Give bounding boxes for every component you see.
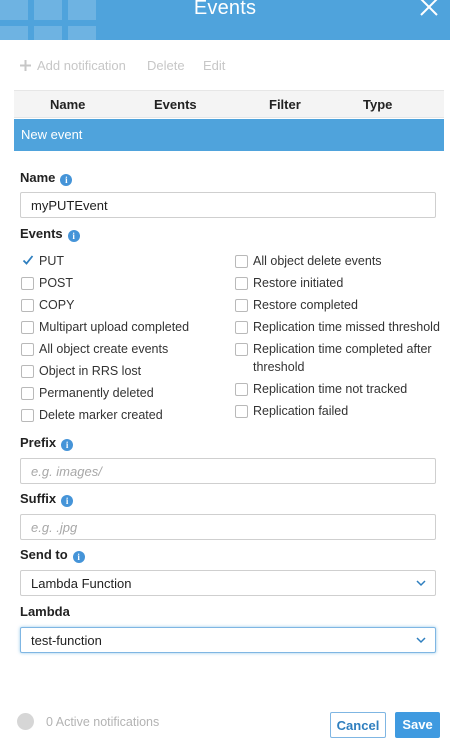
info-icon[interactable]: i	[61, 439, 74, 451]
checkbox-label: Replication time missed threshold	[253, 320, 440, 334]
info-icon[interactable]: i	[60, 174, 73, 186]
suffix-label: Suffix i	[20, 491, 74, 507]
send-to-label: Send to i	[20, 547, 85, 563]
checkbox-label: All object delete events	[253, 254, 382, 268]
checkbox-label: Restore initiated	[253, 276, 344, 290]
modal-title: Events	[193, 0, 257, 19]
name-label: Name i	[20, 170, 73, 186]
send-to-value: Lambda Function	[31, 576, 132, 591]
plus-icon	[20, 60, 31, 71]
name-label-text: Name	[20, 170, 56, 185]
checkbox-label: All object create events	[39, 342, 169, 356]
column-filter: Filter	[269, 97, 301, 112]
modal-header: Events	[0, 0, 450, 40]
checkbox-label-continued: threshold	[253, 360, 305, 374]
checkbox-label: Restore completed	[253, 298, 358, 312]
checkbox-label: COPY	[39, 298, 75, 312]
lambda-value: test-function	[31, 633, 102, 648]
info-icon[interactable]: i	[67, 230, 80, 242]
chevron-down-icon	[416, 580, 426, 587]
prefix-label: Prefix i	[20, 435, 74, 451]
suffix-label-text: Suffix	[20, 491, 57, 506]
checkbox-label: Replication time not tracked	[253, 382, 408, 396]
suffix-input[interactable]: e.g. .jpg	[20, 514, 436, 540]
edit-button[interactable]: Edit	[203, 58, 225, 73]
close-icon[interactable]	[418, 0, 440, 18]
chevron-down-icon	[416, 637, 426, 644]
checkbox-label: Permanently deleted	[39, 386, 154, 400]
save-button[interactable]: Save	[395, 712, 440, 738]
events-label-text: Events	[20, 226, 63, 241]
delete-button[interactable]: Delete	[147, 58, 185, 73]
new-event-row[interactable]: New event	[14, 119, 444, 151]
send-to-label-text: Send to	[20, 547, 68, 562]
events-label: Events i	[20, 226, 80, 242]
notifications-table-header: Name Events Filter Type	[14, 90, 444, 118]
add-notification-button[interactable]: Add notification	[20, 58, 126, 73]
active-notifications-count: 0 Active notifications	[46, 715, 160, 729]
checkmark-icon	[22, 255, 34, 265]
cancel-button[interactable]: Cancel	[330, 712, 386, 738]
send-to-select[interactable]: Lambda Function	[20, 570, 436, 596]
info-icon[interactable]: i	[72, 551, 85, 563]
info-icon[interactable]: i	[61, 495, 74, 507]
name-input[interactable]: myPUTEvent	[20, 192, 436, 218]
modal-footer: 0 Active notifications Cancel Save	[0, 700, 450, 746]
checkbox-label: Object in RRS lost	[39, 364, 142, 378]
active-notifications-toggle[interactable]	[17, 713, 34, 730]
column-name: Name	[50, 97, 86, 112]
prefix-input[interactable]: e.g. images/	[20, 458, 436, 484]
prefix-label-text: Prefix	[20, 435, 57, 450]
column-events: Events	[154, 97, 197, 112]
lambda-label: Lambda	[20, 604, 70, 619]
column-type: Type	[363, 97, 393, 112]
checkbox-label: Replication time completed after	[253, 342, 432, 356]
add-notification-label: Add notification	[37, 58, 126, 73]
checkbox-label: POST	[39, 276, 74, 290]
lambda-select[interactable]: test-function	[20, 627, 436, 653]
checkbox-label: Delete marker created	[39, 408, 163, 422]
checkbox-label: PUT	[39, 254, 64, 268]
checkbox-label: Replication failed	[253, 404, 349, 418]
checkbox-label: Multipart upload completed	[39, 320, 190, 334]
